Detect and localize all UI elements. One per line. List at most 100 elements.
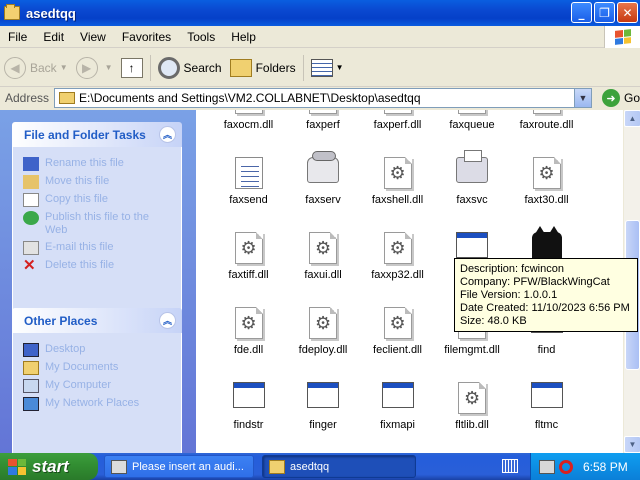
back-button[interactable]: ◀ Back ▼ <box>0 53 72 83</box>
delete-icon: ✕ <box>23 257 36 274</box>
window-controls: _ ❐ ✕ <box>571 2 638 23</box>
task-email[interactable]: E-mail this file <box>23 241 171 255</box>
place-my-computer[interactable]: My Computer <box>23 379 171 393</box>
file-name: faxui.dll <box>304 269 342 281</box>
up-button[interactable]: ↑ <box>117 53 147 83</box>
task-label: Publish this file to the Web <box>45 211 149 236</box>
file-name: fixmapi <box>380 419 415 431</box>
file-item[interactable]: faxqueue <box>435 110 510 131</box>
file-icon-wrap <box>306 382 340 416</box>
dll-file-icon <box>309 307 337 339</box>
menu-view[interactable]: View <box>72 30 114 44</box>
email-icon <box>23 241 39 255</box>
search-button[interactable]: Search <box>154 53 226 83</box>
dll-file-icon <box>458 110 486 114</box>
menu-help[interactable]: Help <box>223 30 264 44</box>
task-delete[interactable]: ✕ Delete this file <box>23 257 171 274</box>
keyboard-icon[interactable] <box>502 459 518 473</box>
scroll-down-button[interactable]: ▼ <box>624 436 640 453</box>
file-item[interactable]: faxperf <box>286 110 361 131</box>
close-button[interactable]: ✕ <box>617 2 638 23</box>
other-places-header[interactable]: Other Places ︽ <box>12 308 182 333</box>
go-arrow-icon: ➜ <box>601 89 620 107</box>
file-item[interactable]: faxt30.dll <box>509 157 584 206</box>
title-bar[interactable]: asedtqq _ ❐ ✕ <box>0 0 640 26</box>
dll-file-icon <box>234 232 263 264</box>
file-icon-wrap <box>306 151 340 191</box>
taskbar-item-label: asedtqq <box>290 460 330 473</box>
file-name: find <box>537 344 556 356</box>
views-dropdown-icon: ▼ <box>335 63 344 72</box>
file-item[interactable]: faxocm.dll <box>211 110 286 131</box>
maximize-button[interactable]: ❐ <box>594 2 615 23</box>
file-item[interactable]: faxroute.dll <box>509 110 584 131</box>
folders-button[interactable]: Folders <box>226 53 300 83</box>
minimize-button[interactable]: _ <box>571 2 592 23</box>
task-copy[interactable]: Copy this file <box>23 193 171 207</box>
file-item[interactable]: findstr <box>211 382 286 431</box>
folder-icon <box>59 92 76 104</box>
other-places-list: Desktop My Documents My Computer My Netw… <box>12 333 182 453</box>
file-item[interactable]: faxperf.dll <box>360 110 435 131</box>
file-name: filemgmt.dll <box>444 344 500 356</box>
dll-file-icon <box>383 157 412 189</box>
dll-file-icon <box>458 382 486 414</box>
file-item[interactable]: faxserv <box>286 151 361 206</box>
menu-tools[interactable]: Tools <box>179 30 223 44</box>
clock[interactable]: 6:58 PM <box>583 460 628 474</box>
place-my-documents[interactable]: My Documents <box>23 361 171 375</box>
address-input[interactable]: E:\Documents and Settings\VM2.COLLABNET\… <box>54 88 592 108</box>
collapse-chevron-icon[interactable]: ︽ <box>159 126 176 143</box>
file-item[interactable]: fdeploy.dll <box>286 307 361 356</box>
address-dropdown-button[interactable]: ▼ <box>573 89 591 107</box>
file-icon-wrap <box>381 157 415 191</box>
file-item[interactable]: fltlib.dll <box>435 382 510 431</box>
file-icon-wrap <box>530 157 564 191</box>
taskbar-item-asedtqq[interactable]: asedtqq <box>262 455 416 478</box>
file-name: faxocm.dll <box>223 119 274 131</box>
file-list-pane[interactable]: faxocm.dll faxperf faxperf.dll faxqueue faxr… <box>196 110 640 453</box>
move-icon <box>23 175 39 189</box>
task-move[interactable]: Move this file <box>23 175 171 189</box>
place-label: My Computer <box>45 379 112 391</box>
scroll-up-button[interactable]: ▲ <box>624 110 640 127</box>
file-item[interactable]: fltmc <box>509 382 584 431</box>
toolbar-separator <box>149 54 151 81</box>
menu-favorites[interactable]: Favorites <box>114 30 179 44</box>
task-rename[interactable]: Rename this file <box>23 157 171 171</box>
file-folder-tasks-header[interactable]: File and Folder Tasks ︽ <box>12 122 182 147</box>
search-icon <box>157 56 180 79</box>
collapse-chevron-icon[interactable]: ︽ <box>159 312 176 329</box>
file-item[interactable]: fixmapi <box>360 382 435 431</box>
forward-button[interactable]: ▶ ▼ <box>72 53 117 83</box>
file-item[interactable]: finger <box>286 382 361 431</box>
file-icon-wrap <box>232 157 266 191</box>
task-publish[interactable]: Publish this file to the Web <box>23 211 171 237</box>
file-icon-wrap <box>381 110 415 116</box>
file-item[interactable]: faxshell.dll <box>360 157 435 206</box>
file-item[interactable]: fde.dll <box>211 307 286 356</box>
security-tray-icon[interactable] <box>559 459 573 474</box>
application-icon <box>381 382 414 408</box>
file-name: feclient.dll <box>373 344 422 356</box>
file-item[interactable]: faxtiff.dll <box>211 232 286 281</box>
file-item[interactable]: faxsvc <box>435 150 510 206</box>
dll-file-icon <box>383 232 412 264</box>
network-tray-icon[interactable] <box>539 459 555 474</box>
views-button[interactable]: ▼ <box>307 53 348 83</box>
file-name: faxtiff.dll <box>228 269 269 281</box>
place-desktop[interactable]: Desktop <box>23 343 171 357</box>
taskbar-item-audio[interactable]: Please insert an audi... <box>104 455 254 478</box>
go-button[interactable]: ➜ Go <box>601 89 640 107</box>
menu-file[interactable]: File <box>0 30 35 44</box>
place-network[interactable]: My Network Places <box>23 397 171 411</box>
fax-icon <box>456 150 488 183</box>
file-item[interactable]: faxxp32.dll <box>360 232 435 281</box>
file-name: faxqueue <box>449 119 495 131</box>
file-item[interactable]: faxui.dll <box>286 232 361 281</box>
menu-edit[interactable]: Edit <box>35 30 72 44</box>
forward-dropdown-icon: ▼ <box>104 63 113 72</box>
start-button[interactable]: start <box>0 453 98 480</box>
file-item[interactable]: feclient.dll <box>360 307 435 356</box>
file-item[interactable]: faxsend <box>211 157 286 206</box>
